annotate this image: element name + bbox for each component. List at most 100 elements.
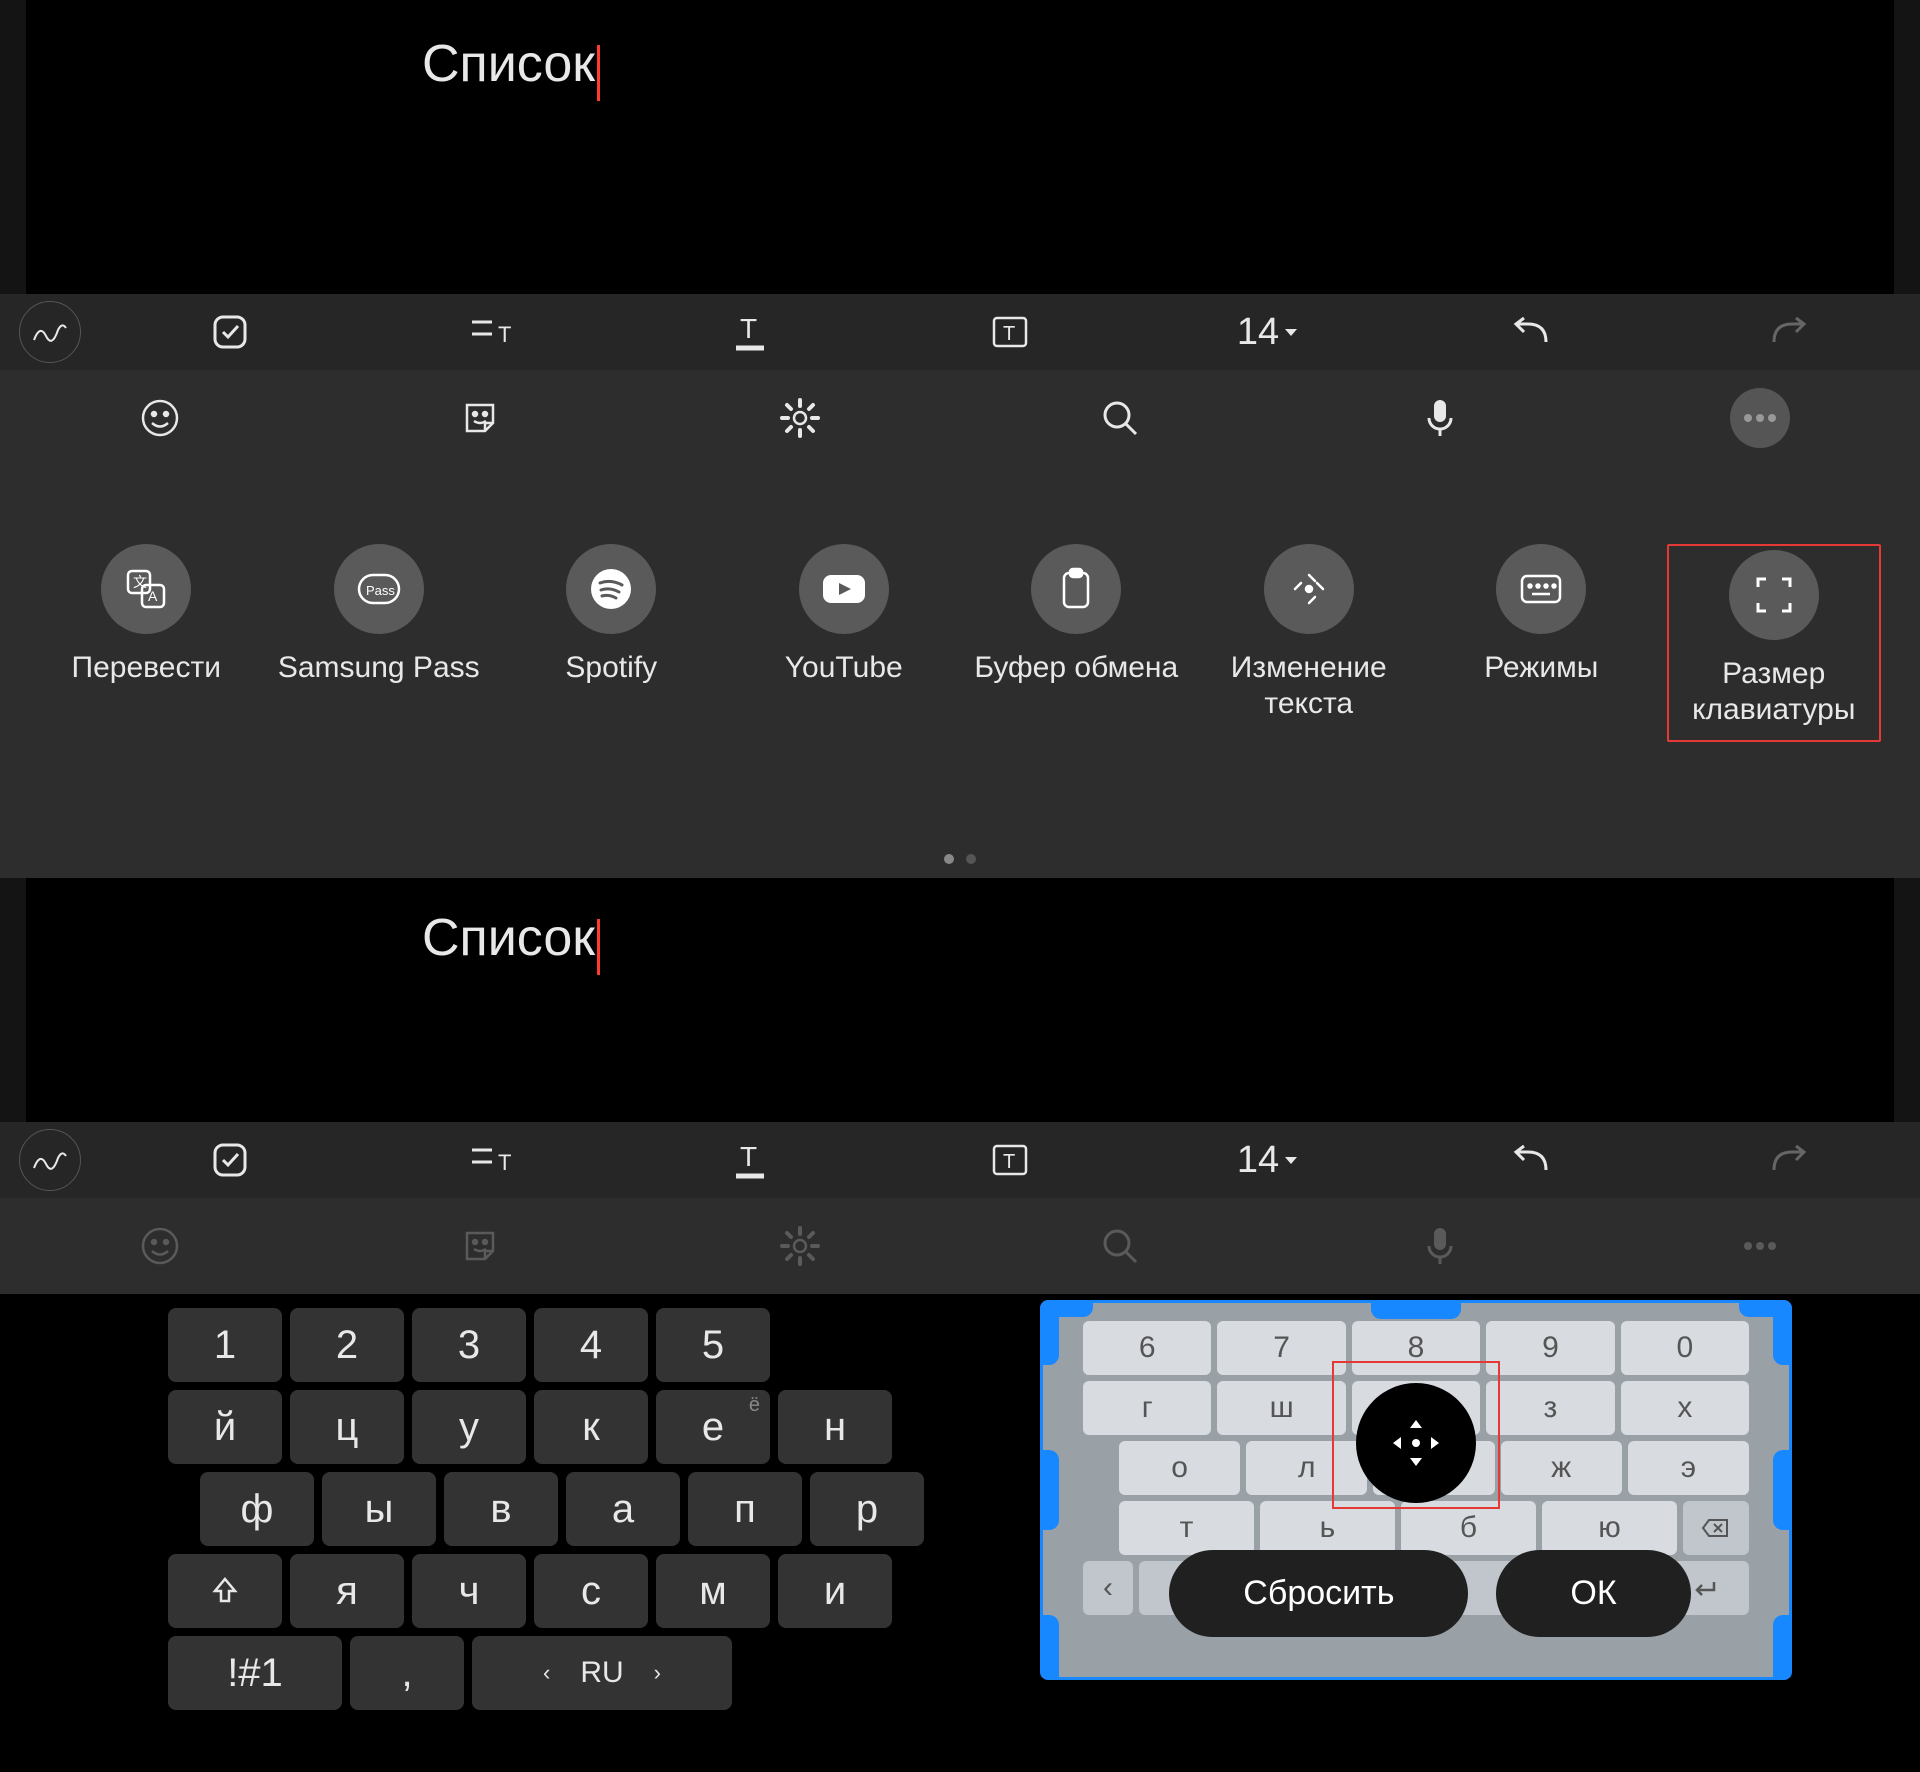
- reset-button[interactable]: Сбросить: [1169, 1550, 1468, 1637]
- shortcut-modes[interactable]: Режимы: [1434, 544, 1648, 742]
- handwriting-button[interactable]: [0, 1129, 100, 1191]
- more-button: [1600, 1241, 1920, 1251]
- space-key[interactable]: ‹RU›: [472, 1636, 732, 1710]
- undo-button[interactable]: [1400, 1144, 1660, 1176]
- keyboard-right-half: 67890 гшщзх олджэ тьбю ‹ RU› .: [960, 1294, 1920, 1772]
- keyboard-toolbar: [0, 370, 1920, 466]
- redo-button[interactable]: [1660, 1144, 1920, 1176]
- svg-text:A: A: [148, 588, 158, 604]
- emoji-button[interactable]: [0, 397, 320, 439]
- screenshot-2: Список T T T 14 12345 йцукеён фывапр ячс…: [0, 878, 1920, 1772]
- shortcut-label: YouTube: [785, 650, 903, 686]
- resize-handle-right[interactable]: [1773, 1450, 1789, 1530]
- ok-button[interactable]: ОК: [1496, 1550, 1690, 1637]
- youtube-icon: [799, 544, 889, 634]
- svg-text:T: T: [1003, 1151, 1015, 1173]
- key-н[interactable]: н: [778, 1390, 892, 1464]
- editor-toolbar: T T T 14: [0, 294, 1920, 370]
- key-м[interactable]: м: [656, 1554, 770, 1628]
- comma-key[interactable]: ,: [350, 1636, 464, 1710]
- translate-icon: 文A: [101, 544, 191, 634]
- font-size-selector[interactable]: 14: [1140, 311, 1400, 354]
- settings-button[interactable]: [640, 396, 960, 440]
- voice-button[interactable]: [1280, 396, 1600, 440]
- key-ч[interactable]: ч: [412, 1554, 526, 1628]
- text-format-button[interactable]: T: [360, 1142, 620, 1178]
- key-ц[interactable]: ц: [290, 1390, 404, 1464]
- key-5[interactable]: 5: [656, 1308, 770, 1382]
- symbol-key[interactable]: !#1: [168, 1636, 342, 1710]
- key-й[interactable]: й: [168, 1390, 282, 1464]
- shortcut-label: Samsung Pass: [278, 650, 480, 686]
- undo-button[interactable]: [1400, 316, 1660, 348]
- font-size-selector[interactable]: 14: [1140, 1139, 1400, 1182]
- shortcut-samsung-pass[interactable]: Pass Samsung Pass: [272, 544, 486, 742]
- text-color-button[interactable]: T: [620, 312, 880, 352]
- keyboard-resize-overlay[interactable]: 67890 гшщзх олджэ тьбю ‹ RU› .: [1040, 1300, 1792, 1680]
- typed-text: Список: [422, 35, 595, 93]
- shortcut-text-edit[interactable]: Изменение текста: [1202, 544, 1416, 742]
- key-ф[interactable]: ф: [200, 1472, 314, 1546]
- text-color-button[interactable]: T: [620, 1140, 880, 1180]
- redo-button[interactable]: [1660, 316, 1920, 348]
- text-format-button[interactable]: T: [360, 314, 620, 350]
- key-р[interactable]: р: [810, 1472, 924, 1546]
- key-а[interactable]: а: [566, 1472, 680, 1546]
- spotify-icon: [566, 544, 656, 634]
- text-cursor: [597, 919, 600, 975]
- sticker-button: [320, 1225, 640, 1267]
- key-п[interactable]: п: [688, 1472, 802, 1546]
- preview-key-0: 0: [1621, 1321, 1749, 1375]
- search-button: [960, 1225, 1280, 1267]
- preview-key-6: 6: [1083, 1321, 1211, 1375]
- shortcut-translate[interactable]: 文A Перевести: [39, 544, 253, 742]
- clipboard-icon: [1031, 544, 1121, 634]
- shortcut-label: Размер клавиатуры: [1692, 656, 1855, 728]
- key-в[interactable]: в: [444, 1472, 558, 1546]
- text-edit-icon: [1264, 544, 1354, 634]
- key-3[interactable]: 3: [412, 1308, 526, 1382]
- checklist-button[interactable]: [100, 1140, 360, 1180]
- shortcut-youtube[interactable]: YouTube: [737, 544, 951, 742]
- key-е[interactable]: её: [656, 1390, 770, 1464]
- text-box-button[interactable]: T: [880, 1142, 1140, 1178]
- preview-key-з: з: [1486, 1381, 1614, 1435]
- typed-text: Список: [422, 909, 595, 967]
- key-с[interactable]: с: [534, 1554, 648, 1628]
- preview-key-г: г: [1083, 1381, 1211, 1435]
- split-keyboard: 12345 йцукеён фывапр ячсми !#1 , ‹RU›: [0, 1294, 1920, 1772]
- search-button[interactable]: [960, 397, 1280, 439]
- key-4[interactable]: 4: [534, 1308, 648, 1382]
- key-ы[interactable]: ы: [322, 1472, 436, 1546]
- text-cursor: [597, 45, 600, 101]
- text-box-button[interactable]: T: [880, 314, 1140, 350]
- shortcut-clipboard[interactable]: Буфер обмена: [969, 544, 1183, 742]
- shortcut-label: Режимы: [1484, 650, 1598, 686]
- move-handle[interactable]: [1356, 1383, 1476, 1503]
- resize-handle-top[interactable]: [1371, 1303, 1461, 1319]
- shift-key[interactable]: [168, 1554, 282, 1628]
- key-я[interactable]: я: [290, 1554, 404, 1628]
- shortcut-spotify[interactable]: Spotify: [504, 544, 718, 742]
- modes-icon: [1496, 544, 1586, 634]
- page-dot-active: [944, 854, 954, 864]
- key-1[interactable]: 1: [168, 1308, 282, 1382]
- text-editor[interactable]: Список: [362, 0, 1558, 294]
- emoji-button: [0, 1225, 320, 1267]
- keyboard-size-icon: [1729, 550, 1819, 640]
- key-у[interactable]: у: [412, 1390, 526, 1464]
- key-и[interactable]: и: [778, 1554, 892, 1628]
- sticker-button[interactable]: [320, 397, 640, 439]
- backspace-key-preview: [1683, 1501, 1749, 1555]
- preview-key-7: 7: [1217, 1321, 1345, 1375]
- shortcut-keyboard-size[interactable]: Размер клавиатуры: [1667, 544, 1881, 742]
- text-editor[interactable]: Список: [362, 878, 1558, 1122]
- editor-toolbar: T T T 14: [0, 1122, 1920, 1198]
- resize-handle-left[interactable]: [1043, 1450, 1059, 1530]
- checklist-button[interactable]: [100, 312, 360, 352]
- key-к[interactable]: к: [534, 1390, 648, 1464]
- svg-text:文: 文: [133, 574, 147, 590]
- handwriting-button[interactable]: [0, 301, 100, 363]
- key-2[interactable]: 2: [290, 1308, 404, 1382]
- more-button[interactable]: [1600, 388, 1920, 448]
